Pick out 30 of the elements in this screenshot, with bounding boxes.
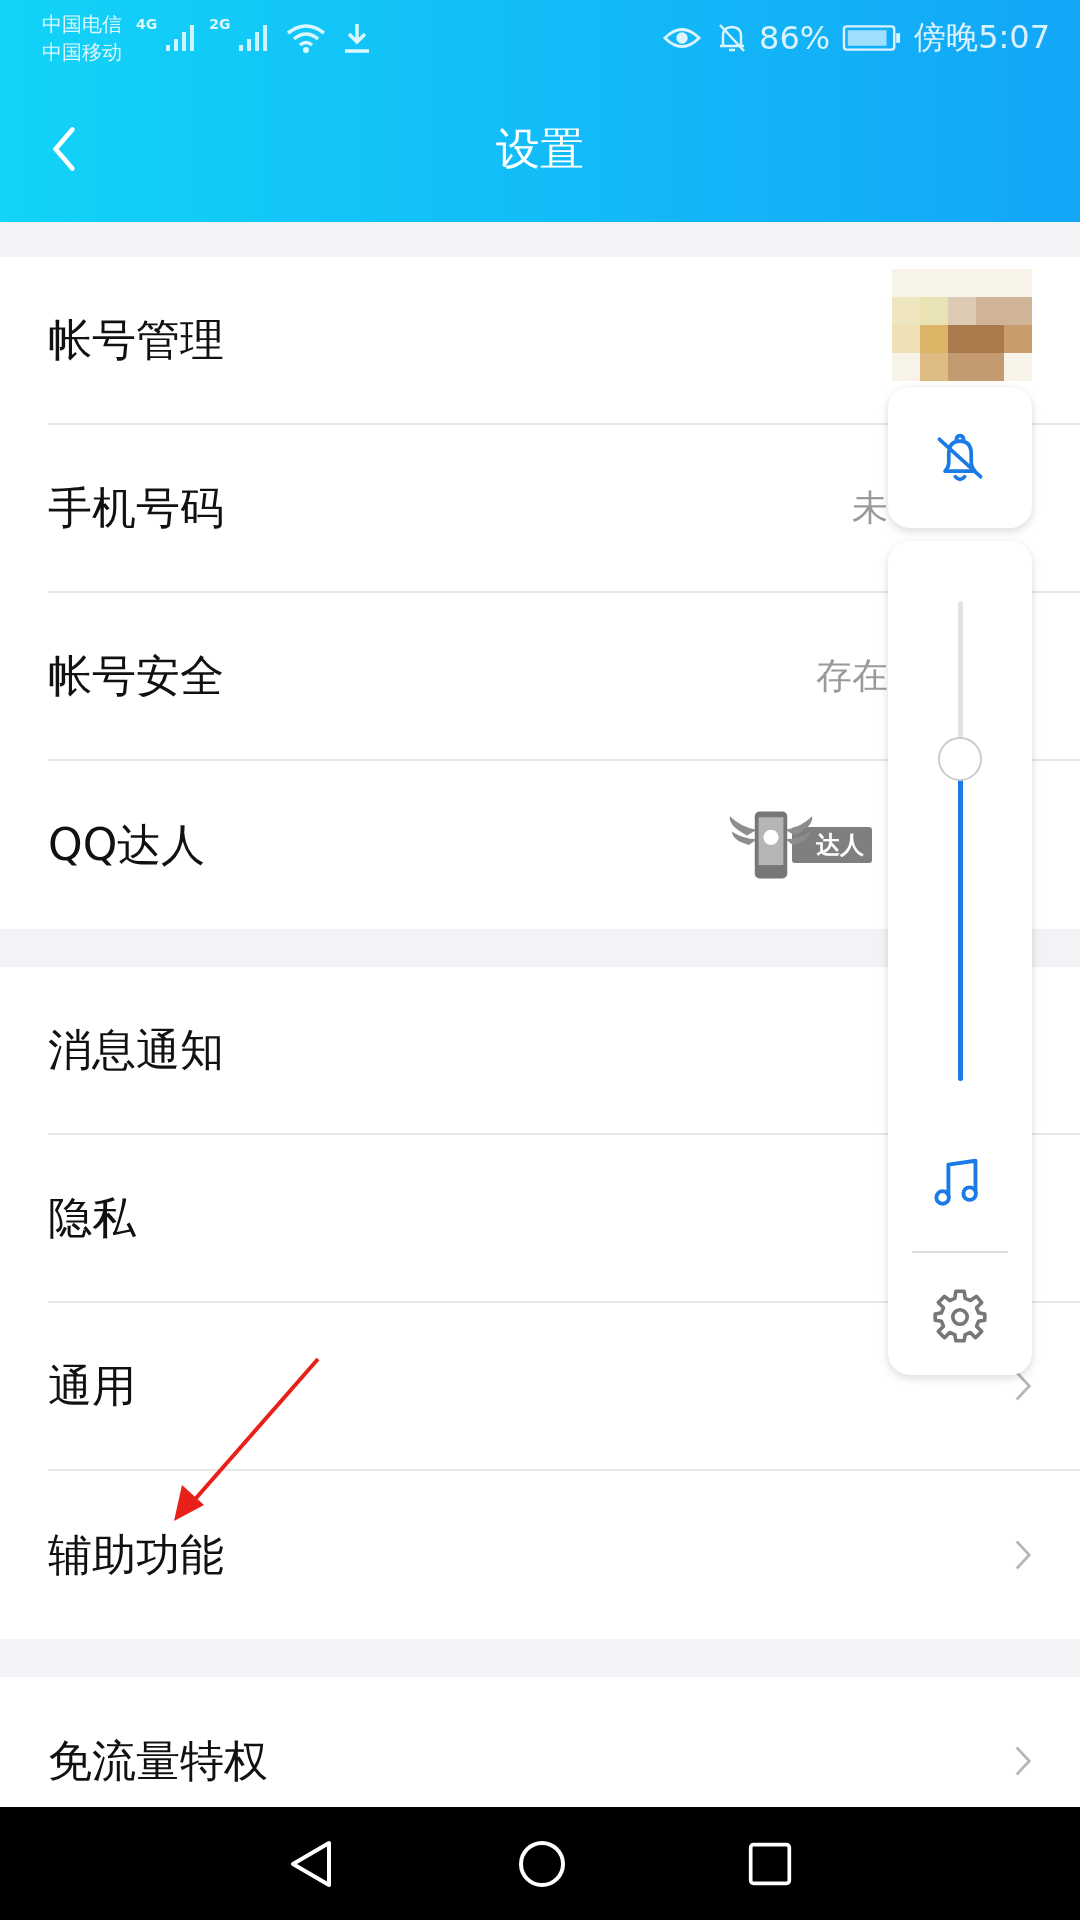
chevron-right-icon	[1014, 1538, 1032, 1572]
bell-muted-icon	[717, 22, 747, 54]
row-label: QQ达人	[48, 817, 207, 872]
row-label: 帐号安全	[48, 648, 225, 703]
row-value: 未	[852, 485, 888, 530]
clock-time: 傍晚5:07	[914, 17, 1050, 58]
carrier-name: 中国移动	[42, 39, 122, 66]
row-value: 存在	[816, 653, 888, 698]
row-label: 通用	[48, 1358, 137, 1413]
settings-row[interactable]: 辅助功能	[48, 1471, 1080, 1639]
signal-icon	[165, 23, 196, 53]
home-button[interactable]	[517, 1838, 567, 1889]
row-label: 免流量特权	[48, 1733, 269, 1788]
network-type: 2G	[209, 16, 231, 32]
network-type: 4G	[136, 16, 158, 32]
signal-icon	[238, 23, 269, 53]
settings-row[interactable]: QQ达人 达人	[48, 761, 1080, 929]
page-title: 设置	[496, 121, 584, 176]
chevron-right-icon	[1014, 1744, 1032, 1778]
battery-percent: 86%	[759, 19, 831, 57]
row-label: 帐号管理	[48, 312, 225, 367]
battery-icon	[842, 23, 903, 53]
recents-button[interactable]	[747, 1840, 793, 1887]
row-label: 手机号码	[48, 480, 225, 535]
row-label: 消息通知	[48, 1022, 225, 1077]
mute-button[interactable]	[888, 387, 1032, 528]
row-label: 辅助功能	[48, 1527, 225, 1582]
wifi-icon	[286, 23, 327, 53]
row-label: 隐私	[48, 1190, 137, 1245]
carrier-name: 中国电信	[42, 11, 122, 38]
